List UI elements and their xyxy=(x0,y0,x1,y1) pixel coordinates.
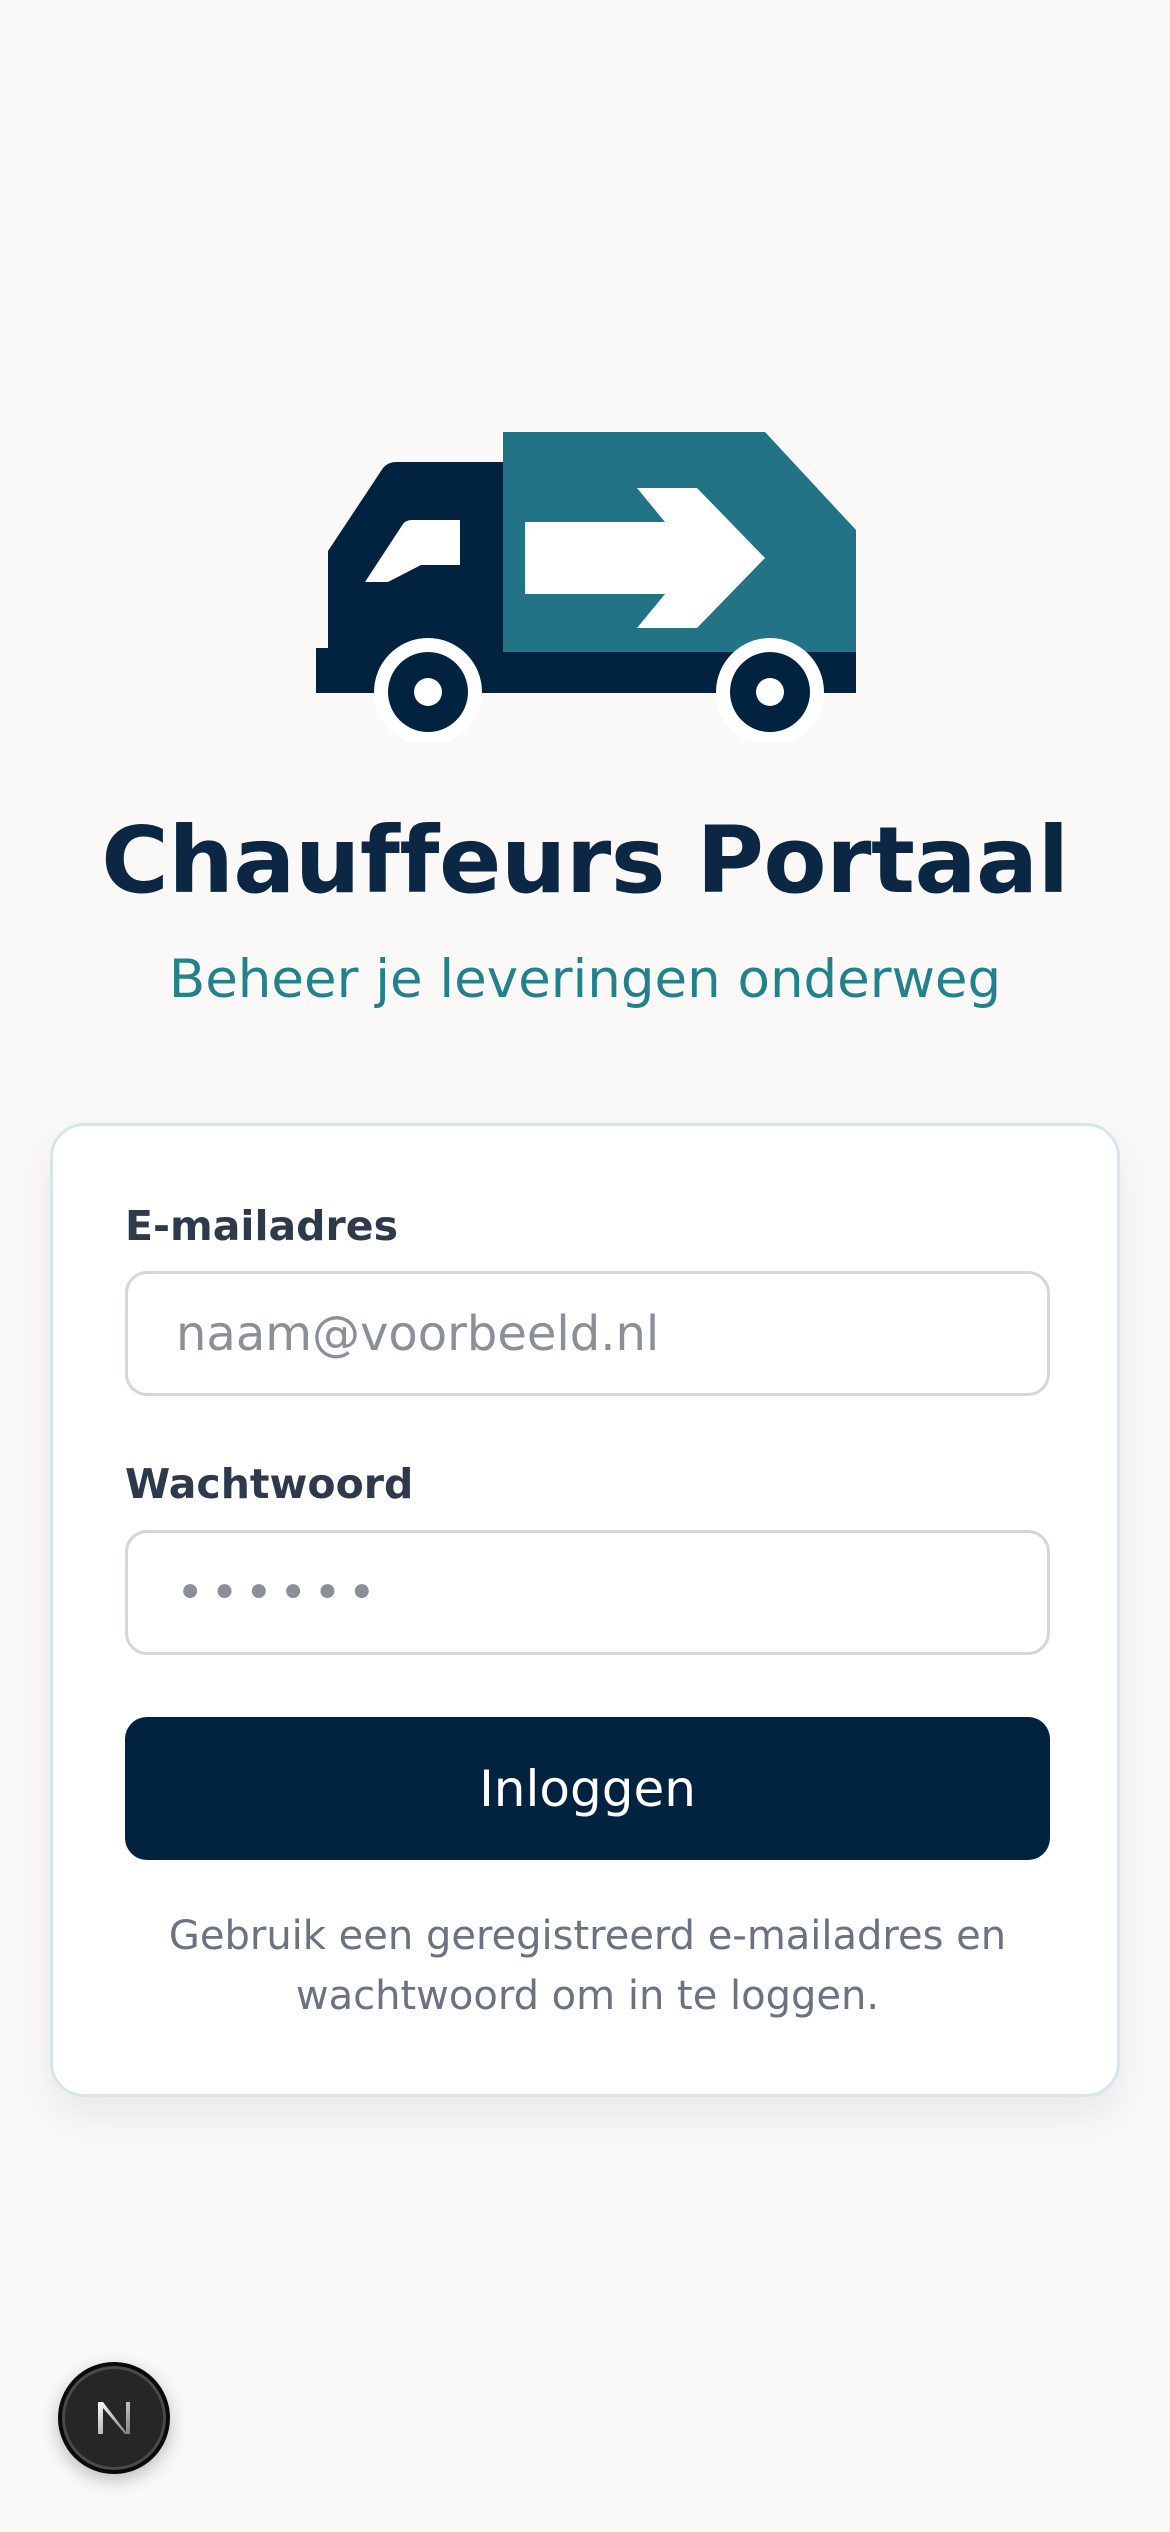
password-field[interactable] xyxy=(125,1530,1050,1655)
password-label: Wachtwoord xyxy=(125,1460,414,1508)
login-card: E-mailadres Wachtwoord Inloggen Gebruik … xyxy=(50,1123,1120,2097)
login-hint: Gebruik een geregistreerd e-mailadres en… xyxy=(168,1913,1007,2019)
email-label: E-mailadres xyxy=(125,1202,398,1250)
delivery-truck-icon xyxy=(316,432,856,742)
nextjs-logo-icon xyxy=(98,2402,130,2434)
login-button[interactable]: Inloggen xyxy=(125,1717,1050,1860)
nextjs-dev-badge[interactable] xyxy=(58,2362,170,2474)
page-title: Chauffeurs Portaal xyxy=(101,807,1069,914)
page-subtitle: Beheer je leveringen onderweg xyxy=(168,949,1002,1010)
email-field[interactable] xyxy=(125,1271,1050,1396)
